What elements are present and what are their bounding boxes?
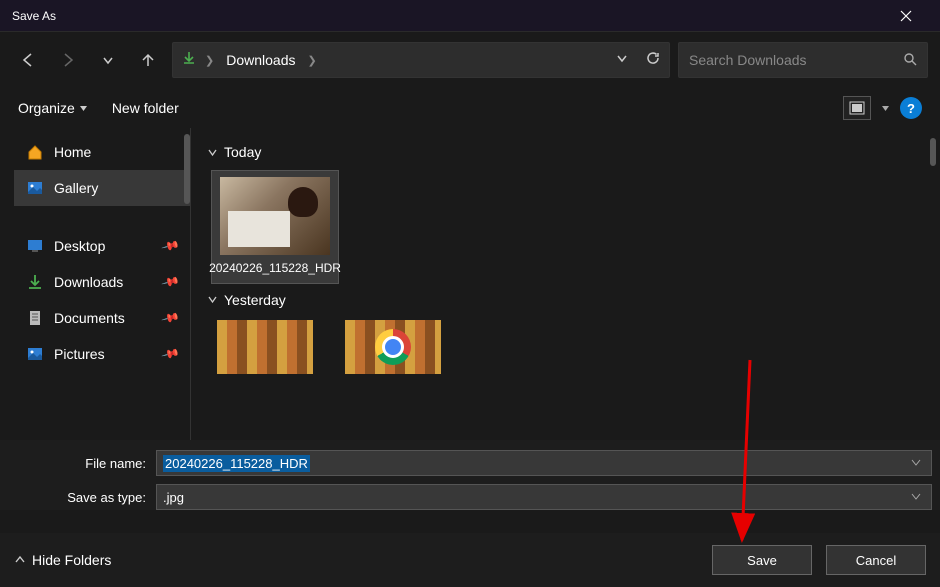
search-icon [903,52,917,69]
section-yesterday[interactable]: Yesterday [207,292,928,308]
pin-icon: 📌 [161,272,181,292]
pictures-icon [26,345,44,363]
savetype-select[interactable]: .jpg [156,484,932,510]
file-thumbnail [220,177,330,255]
view-icon [849,101,865,115]
breadcrumb-separator: ❯ [205,54,214,67]
title-bar: Save As [0,0,940,32]
chevron-down-icon [207,294,218,305]
documents-icon [26,309,44,327]
view-button[interactable] [843,96,871,120]
desktop-icon [26,237,44,255]
save-button[interactable]: Save [712,545,812,575]
chevron-down-icon [101,53,115,67]
gallery-icon [26,179,44,197]
refresh-button[interactable] [645,50,661,71]
sidebar-item-desktop[interactable]: Desktop 📌 [14,228,190,264]
sidebar-item-documents[interactable]: Documents 📌 [14,300,190,336]
form-area: File name: 20240226_115228_HDR Save as t… [0,440,940,510]
arrow-up-icon [139,51,157,69]
pin-icon: 📌 [161,236,181,256]
file-item[interactable] [211,318,319,376]
file-label: 20240226_115228_HDR [209,261,341,277]
file-item[interactable] [339,318,447,376]
chevron-down-icon [207,147,218,158]
filename-input[interactable]: 20240226_115228_HDR [156,450,932,476]
downloads-icon [26,273,44,291]
sidebar-item-downloads[interactable]: Downloads 📌 [14,264,190,300]
file-list: Today 20240226_115228_HDR Yesterday [190,128,940,440]
hide-folders-button[interactable]: Hide Folders [14,552,111,568]
filename-dropdown[interactable] [907,457,925,470]
file-thumbnail [345,320,441,374]
search-input[interactable] [689,52,903,68]
new-folder-button[interactable]: New folder [112,100,179,116]
sub-toolbar: Organize New folder ? [0,88,940,128]
address-dropdown[interactable] [615,51,629,70]
close-icon [900,10,912,22]
chevron-down-icon [911,491,921,501]
savetype-label: Save as type: [8,490,156,505]
file-item[interactable]: 20240226_115228_HDR [211,170,339,284]
refresh-icon [645,50,661,66]
chevron-up-icon [14,554,26,566]
pin-icon: 📌 [161,308,181,328]
cancel-button[interactable]: Cancel [826,545,926,575]
footer: Hide Folders Save Cancel [0,533,940,587]
nav-toolbar: ❯ Downloads ❯ [0,32,940,88]
chevron-down-icon [911,457,921,467]
back-button[interactable] [12,44,44,76]
forward-button[interactable] [52,44,84,76]
arrow-right-icon [59,51,77,69]
content-scrollbar[interactable] [930,138,936,166]
search-box[interactable] [678,42,928,78]
pin-icon: 📌 [161,344,181,364]
download-folder-icon [181,50,197,71]
section-today[interactable]: Today [207,144,928,160]
window-title: Save As [12,9,56,23]
breadcrumb-location[interactable]: Downloads [222,50,299,70]
up-button[interactable] [132,44,164,76]
home-icon [26,143,44,161]
caret-down-icon [79,104,88,113]
sidebar: Home Gallery Desktop 📌 Downloads 📌 [0,128,190,440]
recent-button[interactable] [92,44,124,76]
chevron-down-icon [615,51,629,65]
help-button[interactable]: ? [900,97,922,119]
sidebar-item-gallery[interactable]: Gallery [14,170,190,206]
file-thumbnail [217,320,313,374]
sidebar-item-home[interactable]: Home [14,134,190,170]
body-area: Home Gallery Desktop 📌 Downloads 📌 [0,128,940,440]
caret-down-icon [881,104,890,113]
close-button[interactable] [884,1,928,31]
organize-button[interactable]: Organize [18,100,88,116]
address-bar[interactable]: ❯ Downloads ❯ [172,42,670,78]
sidebar-item-pictures[interactable]: Pictures 📌 [14,336,190,372]
filename-label: File name: [8,456,156,471]
savetype-dropdown[interactable] [907,491,925,504]
arrow-left-icon [19,51,37,69]
chrome-icon [375,329,411,365]
breadcrumb-separator: ❯ [307,54,316,67]
